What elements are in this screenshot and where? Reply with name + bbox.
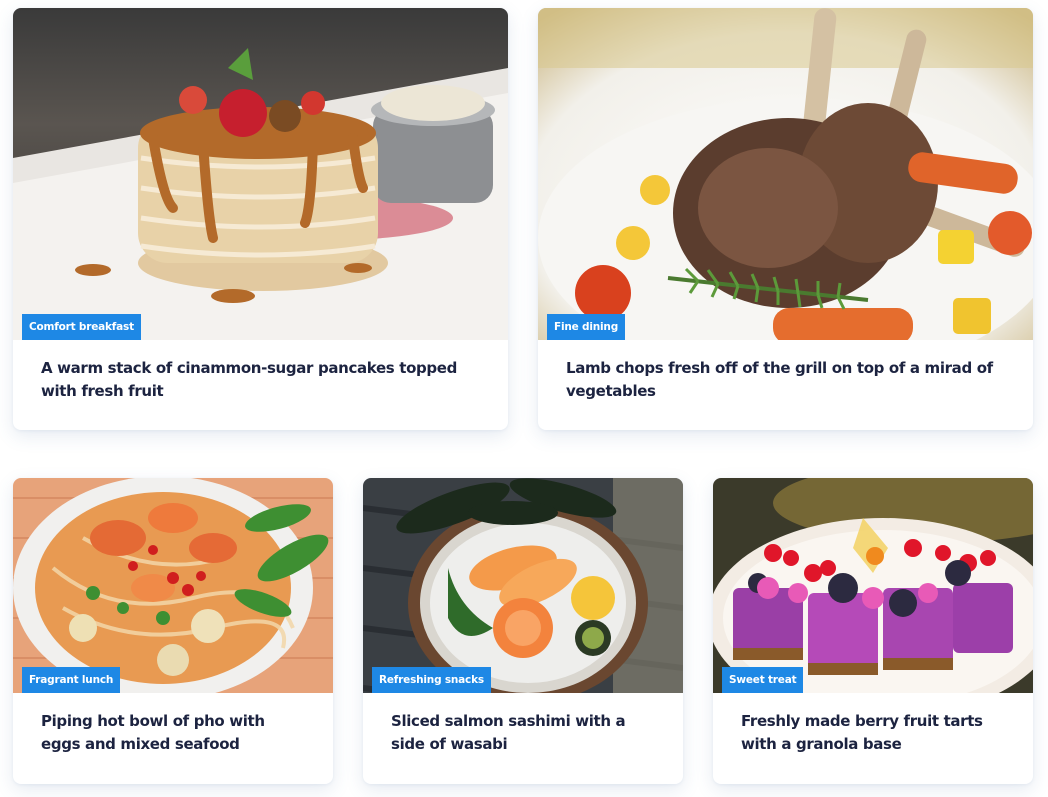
category-badge: Refreshing snacks xyxy=(372,667,491,693)
food-card-pancakes[interactable]: Comfort breakfast A warm stack of cinamm… xyxy=(13,8,508,430)
category-badge: Sweet treat xyxy=(722,667,804,693)
food-card-berry-tarts[interactable]: Sweet treat Freshly made berry fruit tar… xyxy=(713,478,1033,784)
food-card-lamb-chops[interactable]: Fine dining Lamb chops fresh off of the … xyxy=(538,8,1033,430)
berry-tarts-photo: Sweet treat xyxy=(713,478,1033,693)
card-caption[interactable]: A warm stack of cinammon-sugar pancakes … xyxy=(41,357,480,403)
pho-bowl-photo: Fragrant lunch xyxy=(13,478,333,693)
lamb-chops-photo: Fine dining xyxy=(538,8,1033,340)
pancakes-photo: Comfort breakfast xyxy=(13,8,508,340)
category-badge: Comfort breakfast xyxy=(22,314,141,340)
category-badge: Fragrant lunch xyxy=(22,667,121,693)
card-caption[interactable]: Lamb chops fresh off of the grill on top… xyxy=(566,357,1005,403)
card-caption[interactable]: Sliced salmon sashimi with a side of was… xyxy=(391,710,655,756)
food-card-pho[interactable]: Fragrant lunch Piping hot bowl of pho wi… xyxy=(13,478,333,784)
food-card-grid: Comfort breakfast A warm stack of cinamm… xyxy=(0,0,1048,797)
card-caption[interactable]: Freshly made berry fruit tarts with a gr… xyxy=(741,710,1005,756)
card-caption[interactable]: Piping hot bowl of pho with eggs and mix… xyxy=(41,710,305,756)
salmon-sashimi-photo: Refreshing snacks xyxy=(363,478,683,693)
category-badge: Fine dining xyxy=(547,314,626,340)
food-card-salmon-sashimi[interactable]: Refreshing snacks Sliced salmon sashimi … xyxy=(363,478,683,784)
